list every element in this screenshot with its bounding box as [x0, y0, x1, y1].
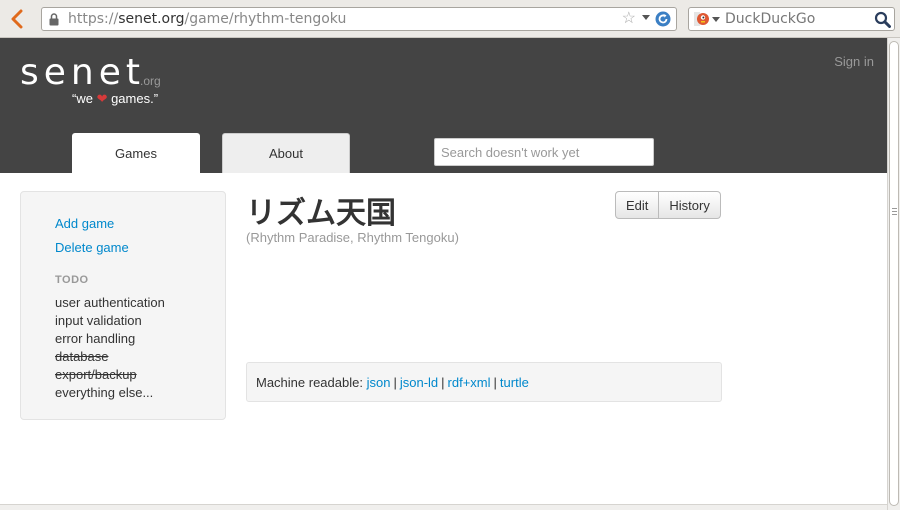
url-dropdown-icon[interactable]	[642, 15, 650, 20]
add-game-link[interactable]: Add game	[55, 216, 114, 231]
lock-icon	[48, 13, 60, 26]
browser-search-bar[interactable]: DuckDuckGo	[688, 7, 895, 31]
reload-icon[interactable]	[655, 11, 671, 27]
back-arrow-icon[interactable]	[6, 7, 28, 31]
scroll-grip-line	[892, 208, 897, 209]
format-separator: |	[393, 375, 397, 390]
format-separator: |	[493, 375, 497, 390]
duckduckgo-icon[interactable]	[694, 11, 709, 27]
tagline-start: “we	[72, 91, 97, 106]
machine-readable-label: Machine readable:	[256, 375, 363, 390]
todo-item-done: database	[55, 349, 109, 364]
site-logo-tld: .org	[140, 74, 161, 88]
magnifier-icon[interactable]	[874, 11, 891, 28]
format-link-json-ld[interactable]: json-ld	[400, 375, 438, 390]
todo-item: everything else...	[55, 385, 154, 400]
format-link-turtle[interactable]: turtle	[500, 375, 529, 390]
format-link-rdf-xml[interactable]: rdf+xml	[448, 375, 491, 390]
tab-games[interactable]: Games	[72, 133, 200, 173]
todo-item-done: export/backup	[55, 367, 137, 382]
vertical-scrollbar[interactable]	[887, 38, 900, 510]
game-actions: Edit History	[615, 191, 721, 219]
edit-button[interactable]: Edit	[615, 191, 660, 219]
todo-list: user authentication input validation err…	[55, 294, 165, 402]
site-header: senet .org “we ❤ games.” Sign in Games A…	[0, 38, 887, 173]
todo-heading: TODO	[55, 274, 89, 286]
url-host: senet.org	[118, 11, 185, 27]
scrollbar-thumb[interactable]	[889, 41, 899, 506]
site-search-input[interactable]	[434, 138, 654, 166]
site-logo[interactable]: senet	[20, 52, 145, 93]
format-separator: |	[441, 375, 445, 390]
tab-about[interactable]: About	[222, 133, 350, 173]
url-path: /game/rhythm-tengoku	[184, 11, 347, 27]
todo-item: error handling	[55, 331, 136, 346]
format-link-json[interactable]: json	[367, 375, 391, 390]
scroll-grip-line	[892, 211, 897, 212]
todo-item: input validation	[55, 313, 142, 328]
sign-in-link[interactable]: Sign in	[834, 54, 874, 69]
url-prefix: https://	[68, 11, 119, 27]
game-alt-names: (Rhythm Paradise, Rhythm Tengoku)	[246, 230, 459, 245]
url-text[interactable]: https://senet.org/game/rhythm-tengoku	[68, 11, 346, 27]
history-button[interactable]: History	[659, 191, 721, 219]
sidebar: Add game Delete game TODO user authentic…	[20, 191, 226, 420]
site-tagline: “we ❤ games.”	[72, 91, 158, 107]
game-title: リズム天国	[246, 196, 396, 231]
scroll-grip-line	[892, 214, 897, 215]
heart-icon: ❤	[96, 91, 108, 106]
browser-toolbar: https://senet.org/game/rhythm-tengoku ☆ …	[0, 0, 900, 38]
horizontal-scrollbar[interactable]	[0, 504, 887, 510]
machine-readable-box: Machine readable: json | json-ld | rdf+xml | t…	[246, 362, 722, 402]
url-bar[interactable]: https://senet.org/game/rhythm-tengoku ☆	[41, 7, 677, 31]
tagline-end: games.”	[107, 91, 159, 106]
delete-game-link[interactable]: Delete game	[55, 240, 129, 255]
todo-item: user authentication	[55, 295, 165, 310]
engine-dropdown-icon[interactable]	[712, 17, 720, 22]
search-engine-name: DuckDuckGo	[725, 11, 816, 27]
bookmark-star-icon[interactable]: ☆	[622, 11, 636, 27]
